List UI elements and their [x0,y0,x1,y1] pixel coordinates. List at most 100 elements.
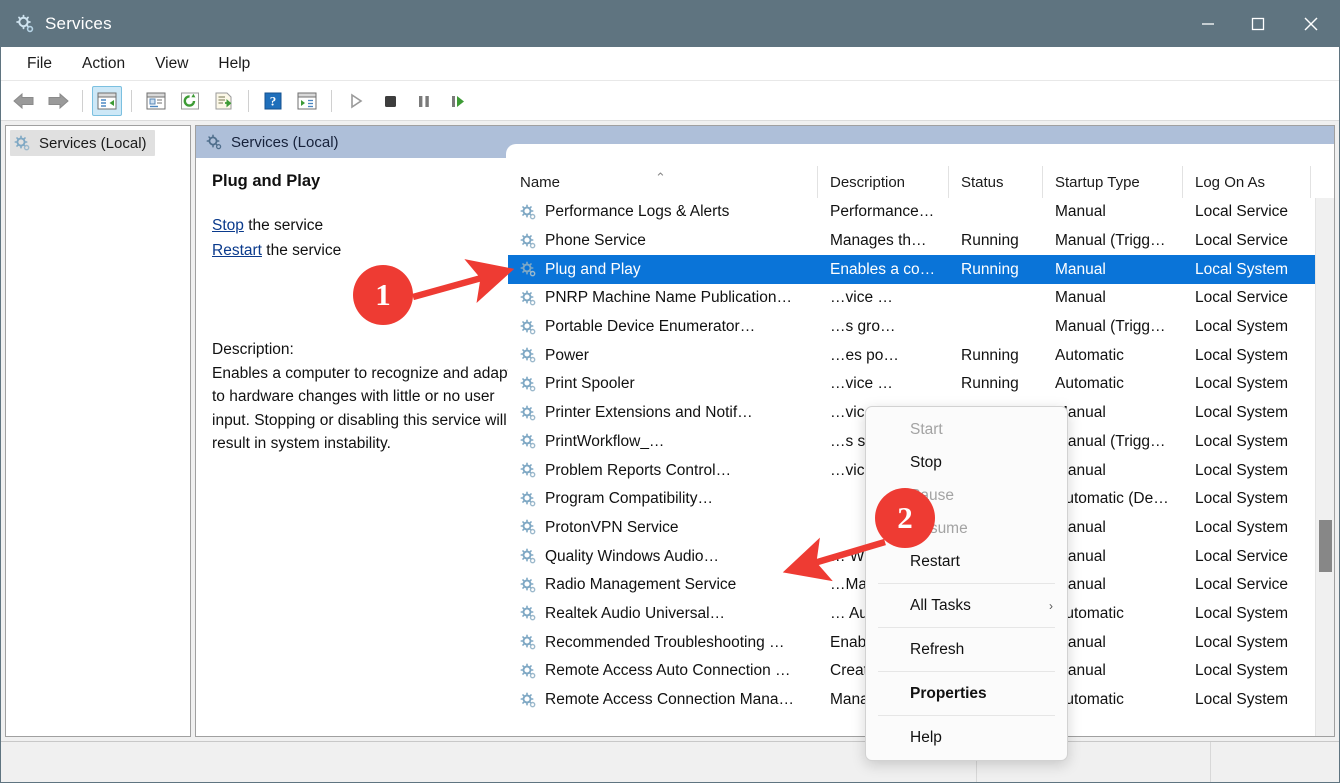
services-gear-icon [520,692,537,709]
cell-log-on-as: Local System [1183,490,1311,508]
help-question-icon[interactable]: ? [258,86,288,116]
description-text: Enables a computer to recognize and adap… [212,362,512,456]
toolbar: ? [1,81,1339,121]
service-name-label: Remote Access Connection Mana… [545,691,794,709]
maximize-button[interactable] [1233,1,1283,47]
start-service-icon[interactable] [341,86,371,116]
column-header-description[interactable]: Description [818,166,949,198]
service-name-label: ProtonVPN Service [545,519,679,537]
cell-log-on-as: Local Service [1183,232,1311,250]
menu-view[interactable]: View [143,52,200,76]
service-name-label: Plug and Play [545,261,641,279]
scrollbar-thumb[interactable] [1319,520,1332,572]
cell-log-on-as: Local System [1183,318,1311,336]
menu-help[interactable]: Help [206,52,262,76]
column-header-filler [1311,166,1334,198]
context-menu-separator [878,671,1055,672]
cell-name: PrintWorkflow_… [508,433,818,451]
table-row[interactable]: Performance Logs & AlertsPerformance…Man… [508,198,1334,227]
description-label: Description: [212,338,512,362]
table-row[interactable]: Portable Device Enumerator……s gro…Manual… [508,313,1334,342]
cell-log-on-as: Local System [1183,462,1311,480]
cell-log-on-as: Local System [1183,519,1311,537]
services-gear-icon [520,319,537,336]
services-gear-icon [14,135,31,152]
restart-service-icon[interactable] [443,86,473,116]
stop-service-icon[interactable] [375,86,405,116]
table-row[interactable]: Plug and PlayEnables a co…RunningManualL… [508,255,1334,284]
show-hide-console-tree-icon[interactable] [92,86,122,116]
menu-file[interactable]: File [15,52,64,76]
services-gear-icon [520,462,537,479]
context-menu-item-properties[interactable]: Properties [866,677,1067,710]
pause-service-icon[interactable] [409,86,439,116]
window-title: Services [45,14,112,34]
svg-text:?: ? [270,93,277,108]
cell-log-on-as: Local System [1183,634,1311,652]
services-gear-icon [520,634,537,651]
column-header-startup-type[interactable]: Startup Type [1043,166,1183,198]
context-menu-item-resume: Resume [866,512,1067,545]
column-header-status[interactable]: Status [949,166,1043,198]
context-menu-item-label: Stop [910,454,942,472]
minimize-button[interactable] [1183,1,1233,47]
cell-status: Running [949,261,1043,279]
stop-action-rest: the service [244,217,323,234]
menu-action[interactable]: Action [70,52,137,76]
refresh-icon[interactable] [175,86,205,116]
column-header-log-on-as[interactable]: Log On As [1183,166,1311,198]
service-name-label: Program Compatibility… [545,490,713,508]
context-menu-item-help[interactable]: Help [866,721,1067,754]
context-menu-item-stop[interactable]: Stop [866,446,1067,479]
stop-service-link[interactable]: Stop [212,217,244,234]
service-name-label: Radio Management Service [545,576,736,594]
services-gear-icon [520,204,537,221]
pane-header-label: Services (Local) [231,134,339,151]
services-gear-icon [520,605,537,622]
cell-description: …vice … [818,375,949,393]
service-details-pane: Plug and Play Stop the service Restart t… [196,158,508,736]
column-header-name[interactable]: ⌃ Name [508,166,818,198]
back-arrow-icon[interactable] [9,86,39,116]
cell-name: Plug and Play [508,261,818,279]
cell-log-on-as: Local Service [1183,289,1311,307]
pane-split: Plug and Play Stop the service Restart t… [196,158,1334,736]
vertical-scrollbar[interactable] [1315,198,1334,736]
cell-description: …vice … [818,289,949,307]
cell-name: Portable Device Enumerator… [508,318,818,336]
table-row[interactable]: PNRP Machine Name Publication……vice …Man… [508,284,1334,313]
services-gear-icon [520,491,537,508]
column-header-name-label: Name [520,174,560,191]
service-name-label: Print Spooler [545,375,635,393]
cell-startup-type: Manual [1043,203,1183,221]
cell-startup-type: Manual (Trigg… [1043,318,1183,336]
restart-service-link[interactable]: Restart [212,242,262,259]
cell-name: Printer Extensions and Notif… [508,404,818,422]
selected-service-title: Plug and Play [212,172,492,191]
service-name-label: Remote Access Auto Connection … [545,662,791,680]
services-gear-icon [520,233,537,250]
service-name-label: Problem Reports Control… [545,462,731,480]
table-row[interactable]: Print Spooler…vice …RunningAutomaticLoca… [508,370,1334,399]
cell-description: Manages th… [818,232,949,250]
tree-node-services-local[interactable]: Services (Local) [10,130,155,156]
table-row[interactable]: Phone ServiceManages th…RunningManual (T… [508,227,1334,256]
cell-name: Remote Access Auto Connection … [508,662,818,680]
services-gear-icon [15,14,35,34]
forward-arrow-icon[interactable] [43,86,73,116]
context-menu-item-all-tasks[interactable]: All Tasks› [866,589,1067,622]
status-pane-main [1,742,977,782]
pane-header: Services (Local) [196,126,1334,158]
context-menu-item-restart[interactable]: Restart [866,545,1067,578]
show-action-pane-icon[interactable] [292,86,322,116]
console-tree-pane: Services (Local) [5,125,191,737]
context-menu-item-refresh[interactable]: Refresh [866,633,1067,666]
export-list-icon[interactable] [209,86,239,116]
window-controls [1183,1,1339,47]
toolbar-separator [331,90,332,112]
table-row[interactable]: Power…es po…RunningAutomaticLocal System [508,341,1334,370]
cell-log-on-as: Local System [1183,691,1311,709]
properties-window-icon[interactable] [141,86,171,116]
cell-name: Performance Logs & Alerts [508,203,818,221]
close-button[interactable] [1283,1,1339,47]
